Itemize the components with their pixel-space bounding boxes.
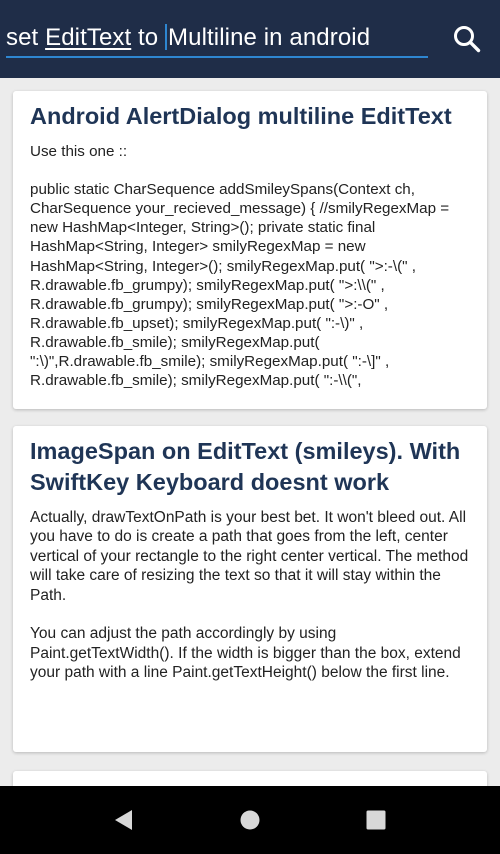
search-bar: set EditText to Multiline in android [0, 0, 500, 78]
result-card[interactable]: Android AlertDialog multiline EditText U… [13, 91, 487, 409]
text-cursor [165, 24, 168, 50]
result-snippet: Actually, drawTextOnPath is your best be… [30, 509, 469, 682]
search-query-text[interactable]: set EditText to Multiline in android [6, 24, 370, 52]
query-part-3: Multiline in android [168, 24, 371, 51]
search-icon[interactable] [452, 24, 482, 54]
result-snippet: Use this one :: public static CharSequen… [30, 143, 450, 390]
app-screen: set EditText to Multiline in android And… [0, 0, 500, 854]
query-part-underlined: EditText [45, 24, 132, 51]
recents-icon[interactable] [364, 808, 388, 832]
search-input[interactable]: set EditText to Multiline in android [6, 18, 428, 58]
query-part-1: set [6, 24, 46, 51]
results-list: Android AlertDialog multiline EditText U… [0, 78, 500, 786]
home-icon[interactable] [238, 808, 262, 832]
result-card[interactable]: ImageSpan on EditText (smileys). With Sw… [13, 426, 487, 752]
result-title[interactable]: ImageSpan on EditText (smileys). With Sw… [30, 436, 471, 498]
query-part-2: to [131, 24, 166, 51]
result-card-partial[interactable] [13, 771, 487, 786]
system-nav-bar [0, 786, 500, 854]
back-icon[interactable] [112, 808, 136, 832]
result-title[interactable]: Android AlertDialog multiline EditText [30, 101, 471, 132]
